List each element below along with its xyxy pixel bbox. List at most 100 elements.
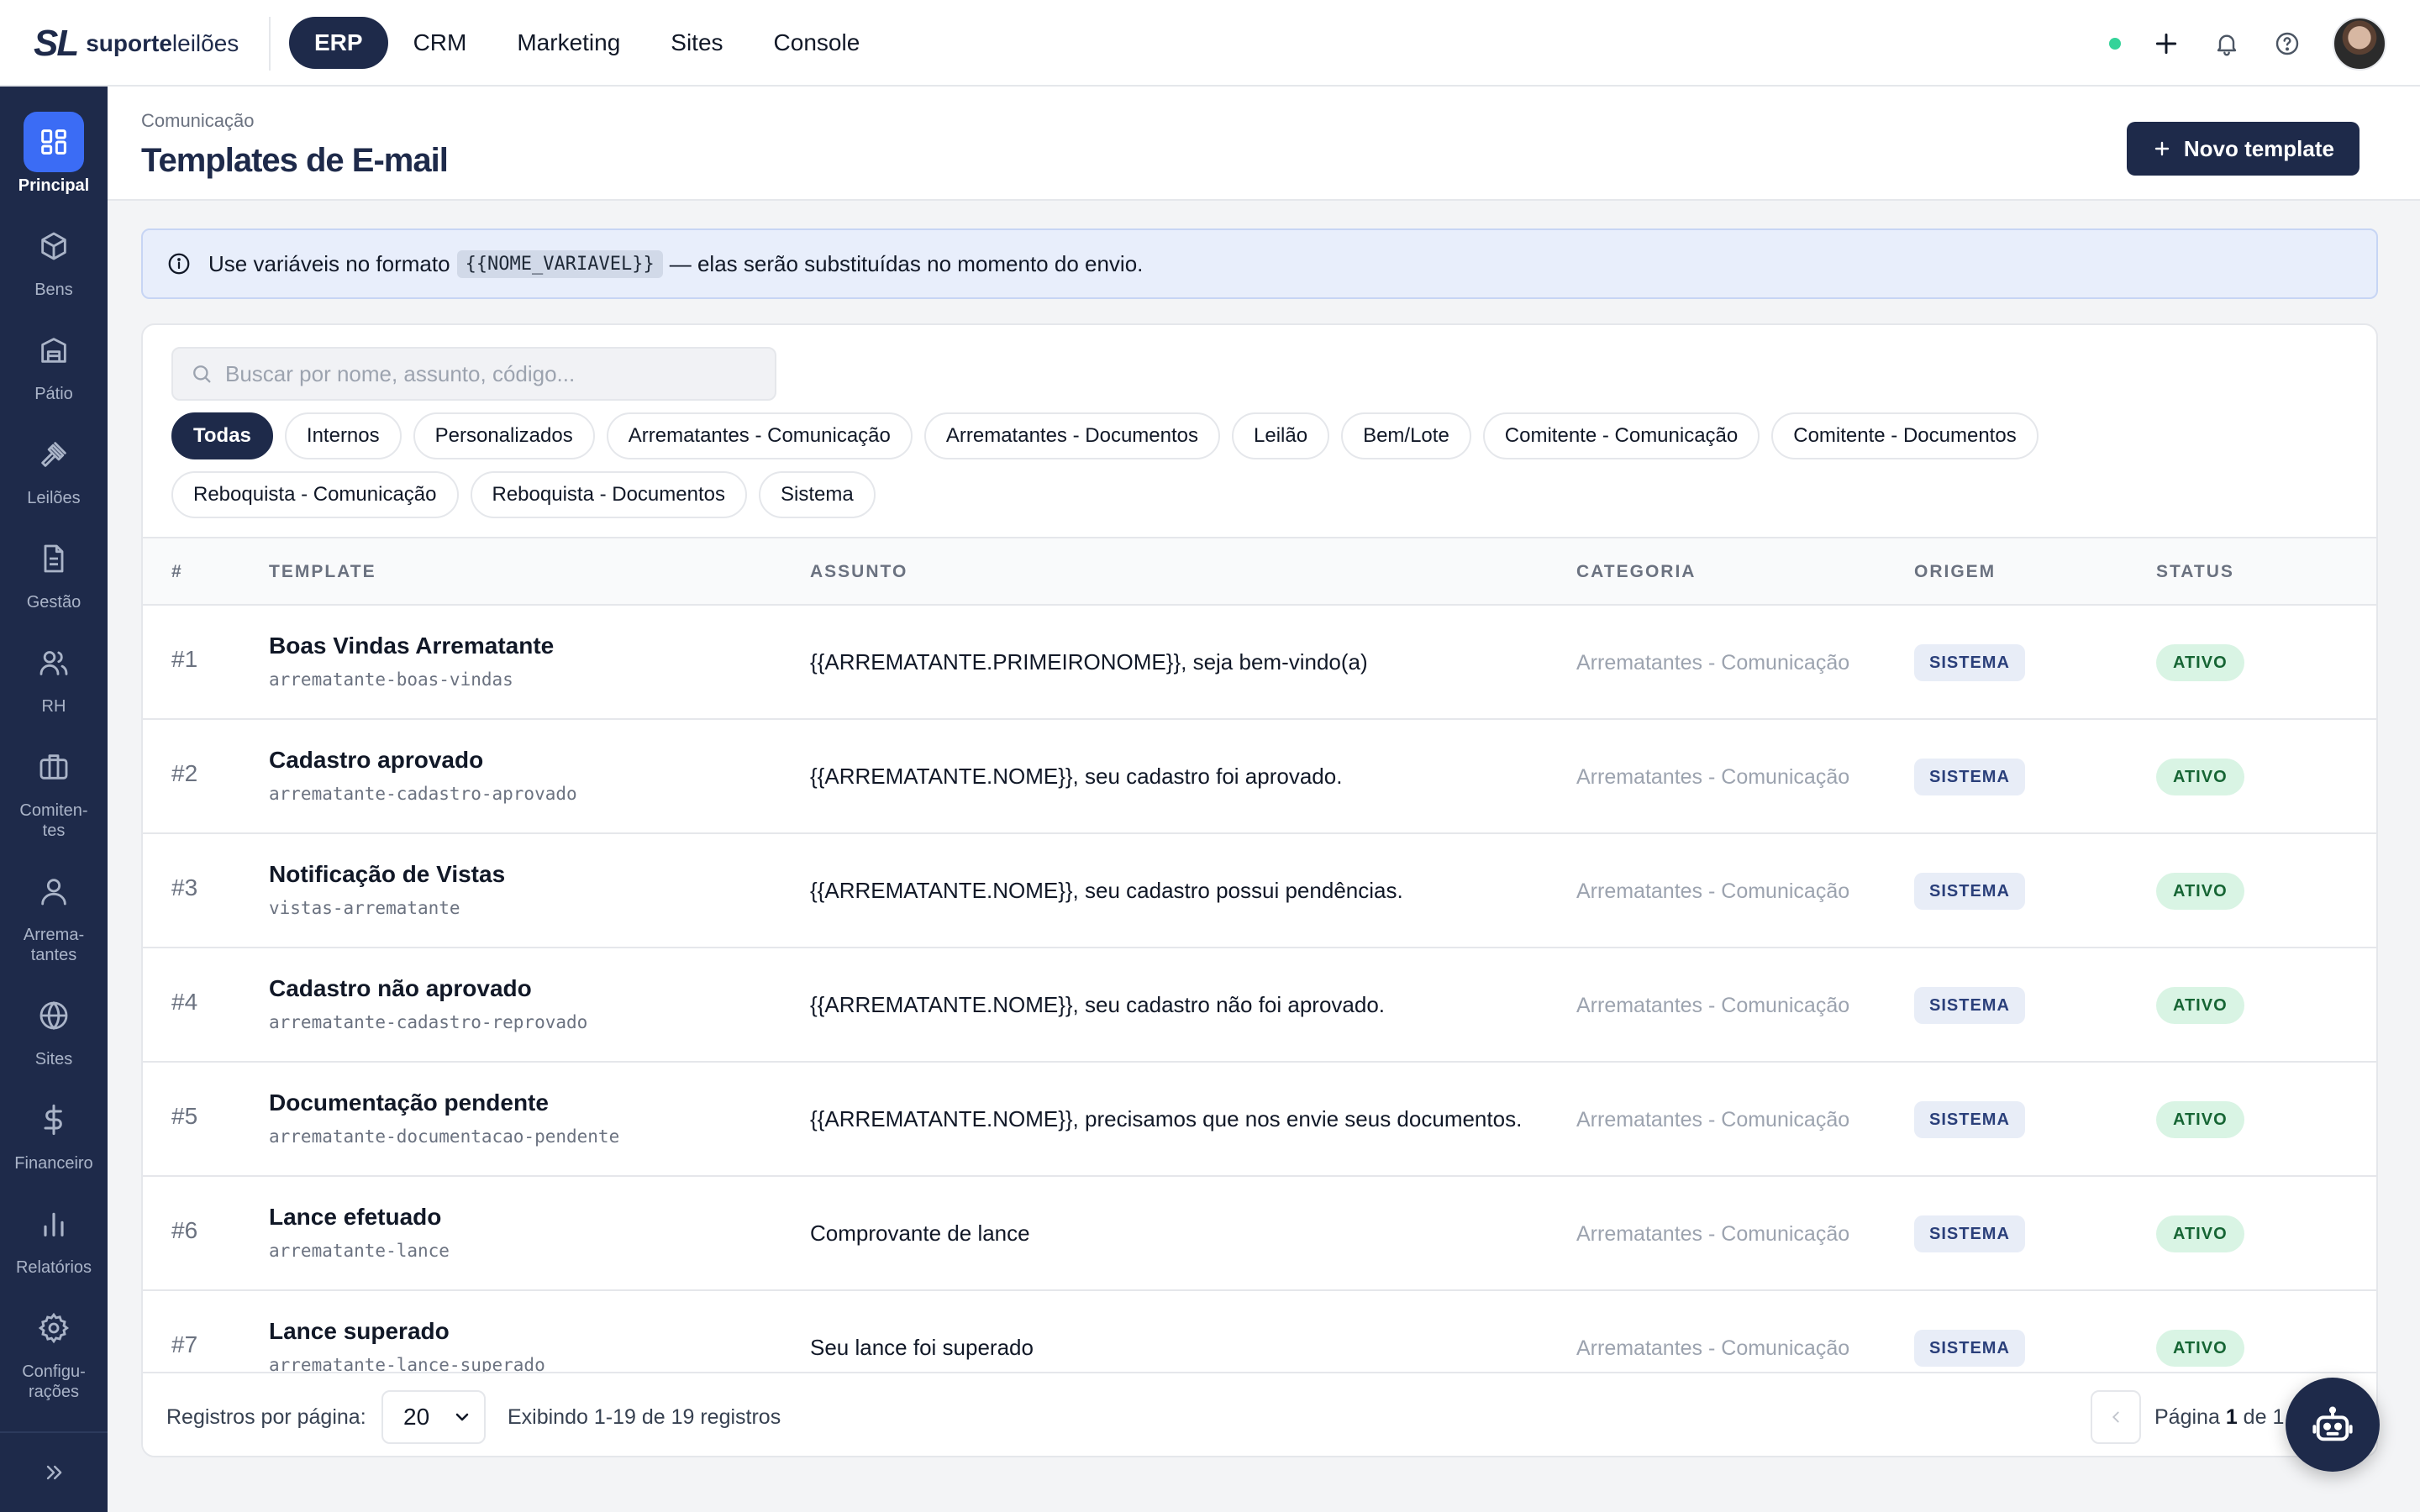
- filter-chip[interactable]: Leilão: [1232, 412, 1330, 459]
- info-text-after: — elas serão substituídas no momento do …: [669, 250, 1144, 276]
- table-row[interactable]: #7 Lance superado arrematante-lance-supe…: [143, 1291, 2376, 1372]
- breadcrumb[interactable]: Comunicação: [141, 110, 255, 132]
- sidebar-item-label: Principal: [18, 176, 90, 195]
- status-badge: ATIVO: [2156, 644, 2244, 681]
- sidebar-item-financeiro[interactable]: Financeiro: [0, 1089, 108, 1173]
- sidebar-item-label: RH: [41, 697, 66, 716]
- template-name[interactable]: Boas Vindas Arrematante: [269, 633, 554, 659]
- status-badge: ATIVO: [2156, 873, 2244, 910]
- table-header: # TEMPLATE ASSUNTO CATEGORIA ORIGEM STAT…: [143, 537, 2376, 606]
- plus-icon[interactable]: [2151, 29, 2181, 59]
- template-subject: {{ARREMATANTE.NOME}}, seu cadastro possu…: [810, 878, 1403, 903]
- sidebar-item-gestao[interactable]: Gestão: [0, 528, 108, 612]
- template-category: Arrematantes - Comunicação: [1576, 879, 1850, 903]
- templates-card: Todas Internos Personalizados Arrematant…: [141, 323, 2378, 1457]
- per-page-select[interactable]: 20: [381, 1390, 486, 1444]
- sidebar-item-sites[interactable]: Sites: [0, 985, 108, 1069]
- column-header-category[interactable]: CATEGORIA: [1576, 562, 1696, 582]
- top-nav-crm[interactable]: CRM: [388, 17, 492, 69]
- sidebar-item-arrematantes[interactable]: Arrema- tantes: [0, 861, 108, 965]
- column-header-number[interactable]: #: [171, 562, 183, 582]
- filter-chip[interactable]: Sistema: [758, 471, 876, 518]
- filter-chip[interactable]: Internos: [284, 412, 402, 459]
- top-nav-console[interactable]: Console: [749, 17, 886, 69]
- origin-badge: SISTEMA: [1914, 1215, 2025, 1252]
- filter-chip[interactable]: Reboquista - Documentos: [470, 471, 747, 518]
- gear-icon: [24, 1298, 84, 1358]
- sidebar-item-principal[interactable]: Principal: [0, 112, 108, 196]
- template-name[interactable]: Notificação de Vistas: [269, 861, 505, 888]
- filter-chip[interactable]: Reboquista - Comunicação: [171, 471, 459, 518]
- top-nav-marketing[interactable]: Marketing: [492, 17, 645, 69]
- filter-chip[interactable]: Arrematantes - Documentos: [923, 412, 1220, 459]
- table-row[interactable]: #6 Lance efetuado arrematante-lance Comp…: [143, 1177, 2376, 1291]
- new-template-button[interactable]: Novo template: [2126, 122, 2360, 176]
- bell-icon[interactable]: [2212, 29, 2242, 59]
- status-badge: ATIVO: [2156, 1101, 2244, 1138]
- filter-chip[interactable]: Bem/Lote: [1341, 412, 1471, 459]
- template-name[interactable]: Lance superado: [269, 1318, 450, 1345]
- column-header-subject[interactable]: ASSUNTO: [810, 562, 908, 582]
- sidebar-item-label: Leilões: [27, 489, 81, 507]
- page-indicator: Página 1 de 1: [2154, 1405, 2285, 1429]
- top-nav-erp[interactable]: ERP: [289, 17, 388, 69]
- template-subject: Comprovante de lance: [810, 1221, 1030, 1246]
- sidebar-item-label: Bens: [34, 281, 73, 299]
- user-icon: [24, 861, 84, 921]
- column-header-template[interactable]: TEMPLATE: [269, 562, 376, 582]
- top-nav: ERP CRM Marketing Sites Console: [289, 17, 885, 69]
- document-icon: [24, 528, 84, 589]
- template-name[interactable]: Cadastro aprovado: [269, 747, 483, 774]
- template-code: vistas-arrematante: [269, 898, 460, 918]
- template-name[interactable]: Cadastro não aprovado: [269, 975, 532, 1002]
- sidebar-item-bens[interactable]: Bens: [0, 216, 108, 300]
- origin-badge: SISTEMA: [1914, 987, 2025, 1024]
- table-row[interactable]: #5 Documentação pendente arrematante-doc…: [143, 1063, 2376, 1177]
- template-name[interactable]: Documentação pendente: [269, 1089, 549, 1116]
- template-subject: {{ARREMATANTE.NOME}}, seu cadastro não f…: [810, 992, 1386, 1017]
- status-badge: ATIVO: [2156, 759, 2244, 795]
- template-name[interactable]: Lance efetuado: [269, 1204, 441, 1231]
- search-input[interactable]: [225, 360, 763, 387]
- table-row[interactable]: #1 Boas Vindas Arrematante arrematante-b…: [143, 606, 2376, 720]
- avatar[interactable]: [2333, 17, 2386, 71]
- filter-chip[interactable]: Arrematantes - Comunicação: [606, 412, 913, 459]
- search-icon: [193, 365, 211, 383]
- logo[interactable]: SL suporteleilões: [34, 23, 239, 64]
- pagination-bar: Registros por página: 20 Exibindo 1-19 d…: [143, 1372, 2376, 1456]
- bar-chart-icon: [24, 1194, 84, 1254]
- sidebar-item-comitentes[interactable]: Comiten- tes: [0, 737, 108, 841]
- users-icon: [24, 633, 84, 693]
- filter-chip[interactable]: Personalizados: [413, 412, 595, 459]
- table-row[interactable]: #2 Cadastro aprovado arrematante-cadastr…: [143, 720, 2376, 834]
- sidebar-item-patio[interactable]: Pátio: [0, 320, 108, 404]
- status-badge: ATIVO: [2156, 1330, 2244, 1367]
- chevron-left-icon: [2112, 1411, 2119, 1423]
- table-row[interactable]: #4 Cadastro não aprovado arrematante-cad…: [143, 948, 2376, 1063]
- sidebar-item-rh[interactable]: RH: [0, 633, 108, 717]
- origin-badge: SISTEMA: [1914, 1330, 2025, 1367]
- row-number: #1: [171, 646, 198, 672]
- sidebar-item-relatorios[interactable]: Relatórios: [0, 1194, 108, 1278]
- origin-badge: SISTEMA: [1914, 644, 2025, 681]
- sidebar-item-leiloes[interactable]: Leilões: [0, 424, 108, 508]
- table-row[interactable]: #3 Notificação de Vistas vistas-arremata…: [143, 834, 2376, 948]
- column-header-origin[interactable]: ORIGEM: [1914, 562, 1996, 582]
- sidebar-item-label: Gestão: [26, 593, 82, 612]
- previous-page-button[interactable]: [2091, 1390, 2141, 1444]
- assistant-bot-button[interactable]: [2286, 1378, 2380, 1472]
- divider: [269, 17, 271, 71]
- filter-chip[interactable]: Todas: [171, 412, 273, 459]
- template-category: Arrematantes - Comunicação: [1576, 1222, 1850, 1246]
- filter-chip[interactable]: Comitente - Documentos: [1771, 412, 2039, 459]
- sidebar-item-configuracoes[interactable]: Configu- rações: [0, 1298, 108, 1402]
- top-actions: [2109, 17, 2386, 71]
- info-text-before: Use variáveis no formato: [208, 250, 450, 276]
- help-icon[interactable]: [2272, 29, 2302, 59]
- template-category: Arrematantes - Comunicação: [1576, 765, 1850, 789]
- top-nav-sites[interactable]: Sites: [645, 17, 748, 69]
- filter-chip[interactable]: Comitente - Comunicação: [1482, 412, 1760, 459]
- sidebar-collapse-button[interactable]: [0, 1431, 108, 1512]
- template-subject: {{ARREMATANTE.NOME}}, seu cadastro foi a…: [810, 764, 1343, 789]
- column-header-status[interactable]: STATUS: [2156, 562, 2234, 582]
